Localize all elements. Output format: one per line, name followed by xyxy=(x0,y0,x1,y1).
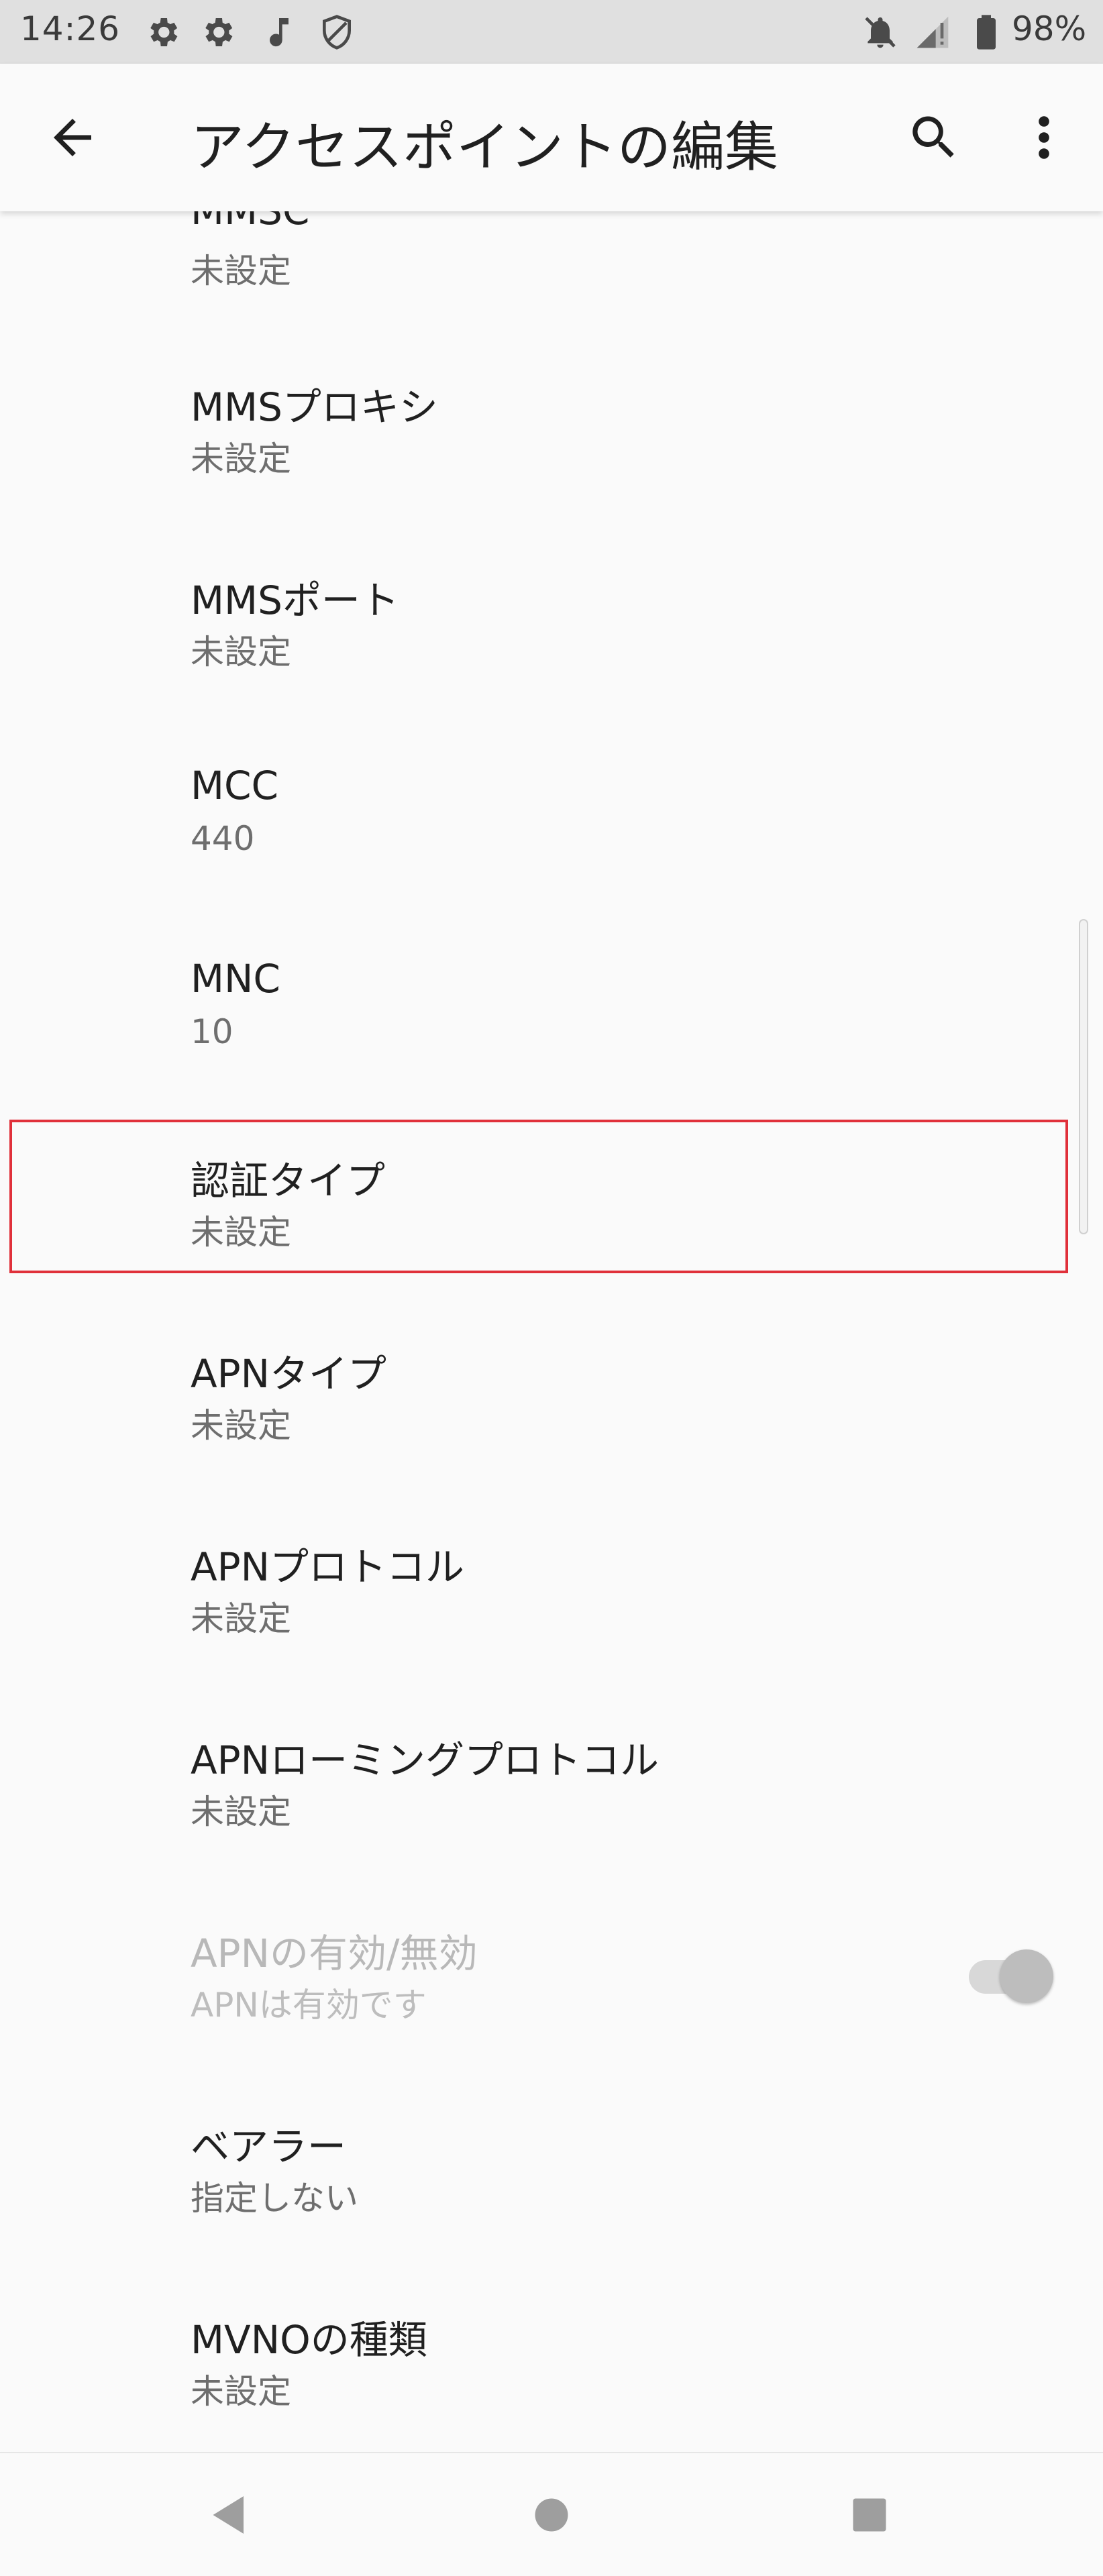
item-title: APNの有効/無効 xyxy=(191,1931,478,1976)
apn-settings-list[interactable]: MMSC 未設定 MMSプロキシ 未設定 MMSポート 未設定 MCC 440 … xyxy=(0,211,1103,2452)
signal-icon xyxy=(914,13,951,51)
list-item-mmsc[interactable]: MMSC 未設定 xyxy=(0,211,1103,381)
list-item-mvno-type[interactable]: MVNOの種類 未設定 xyxy=(0,2308,1103,2452)
nav-home-icon[interactable] xyxy=(523,2487,580,2543)
settings-gear-icon xyxy=(199,13,236,51)
nav-back-icon[interactable] xyxy=(201,2487,258,2543)
list-item-apn-roaming-protocol[interactable]: APNローミングプロトコル 未設定 xyxy=(0,1729,1103,1922)
settings-gear-icon xyxy=(144,13,181,51)
item-title: MNC xyxy=(191,956,280,1002)
highlight-box xyxy=(9,1120,1068,1273)
search-icon[interactable] xyxy=(906,109,962,166)
list-item-mms-port[interactable]: MMSポート 未設定 xyxy=(0,569,1103,762)
arrow-back-icon[interactable] xyxy=(44,109,101,166)
list-item-bearer[interactable]: ベアラー 指定しない xyxy=(0,2115,1103,2308)
scrollbar[interactable] xyxy=(1079,919,1088,1234)
item-summary: 10 xyxy=(191,1012,233,1051)
item-title: MMSポート xyxy=(191,578,399,623)
item-title: MVNOの種類 xyxy=(191,2317,427,2363)
list-item-apn-type[interactable]: APNタイプ 未設定 xyxy=(0,1342,1103,1536)
notifications-off-icon xyxy=(861,13,899,51)
item-title: ベアラー xyxy=(191,2124,347,2169)
item-summary: 未設定 xyxy=(191,1792,291,1831)
item-title: MMSC xyxy=(191,211,309,233)
item-summary: 未設定 xyxy=(191,633,291,672)
item-summary: 指定しない xyxy=(191,2179,358,2218)
item-summary: 未設定 xyxy=(191,1406,291,1445)
toggle-thumb xyxy=(1000,1949,1053,2003)
item-summary: 未設定 xyxy=(191,1599,291,1638)
more-vert-icon[interactable] xyxy=(1020,109,1068,166)
item-summary: 440 xyxy=(191,819,255,858)
list-item-mcc[interactable]: MCC 440 xyxy=(0,763,1103,956)
battery-percent: 98% xyxy=(1012,9,1087,48)
navigation-bar xyxy=(0,2452,1103,2576)
list-item-apn-protocol[interactable]: APNプロトコル 未設定 xyxy=(0,1536,1103,1729)
list-item-mms-proxy[interactable]: MMSプロキシ 未設定 xyxy=(0,376,1103,569)
item-title: MCC xyxy=(191,763,279,808)
item-title: APNローミングプロトコル xyxy=(191,1737,660,1783)
item-title: APNタイプ xyxy=(191,1351,387,1397)
music-note-icon xyxy=(260,13,298,51)
list-item-apn-enable: APNの有効/無効 APNは有効です xyxy=(0,1922,1103,2115)
item-title: APNプロトコル xyxy=(191,1544,465,1590)
app-bar: アクセスポイントの編集 xyxy=(0,64,1103,211)
nav-recents-icon[interactable] xyxy=(841,2487,898,2543)
status-time: 14:26 xyxy=(20,9,121,48)
item-summary: 未設定 xyxy=(191,439,291,478)
status-bar: 14:26 98% xyxy=(0,0,1103,64)
battery-icon xyxy=(970,13,1002,51)
apn-enable-toggle xyxy=(966,1940,1053,2003)
item-title: MMSプロキシ xyxy=(191,384,438,430)
item-summary: 未設定 xyxy=(191,2372,291,2411)
item-summary: APNは有効です xyxy=(191,1986,427,2025)
item-summary: 未設定 xyxy=(191,252,291,290)
page-title: アクセスポイントの編集 xyxy=(191,116,778,178)
shield-icon xyxy=(318,13,356,51)
